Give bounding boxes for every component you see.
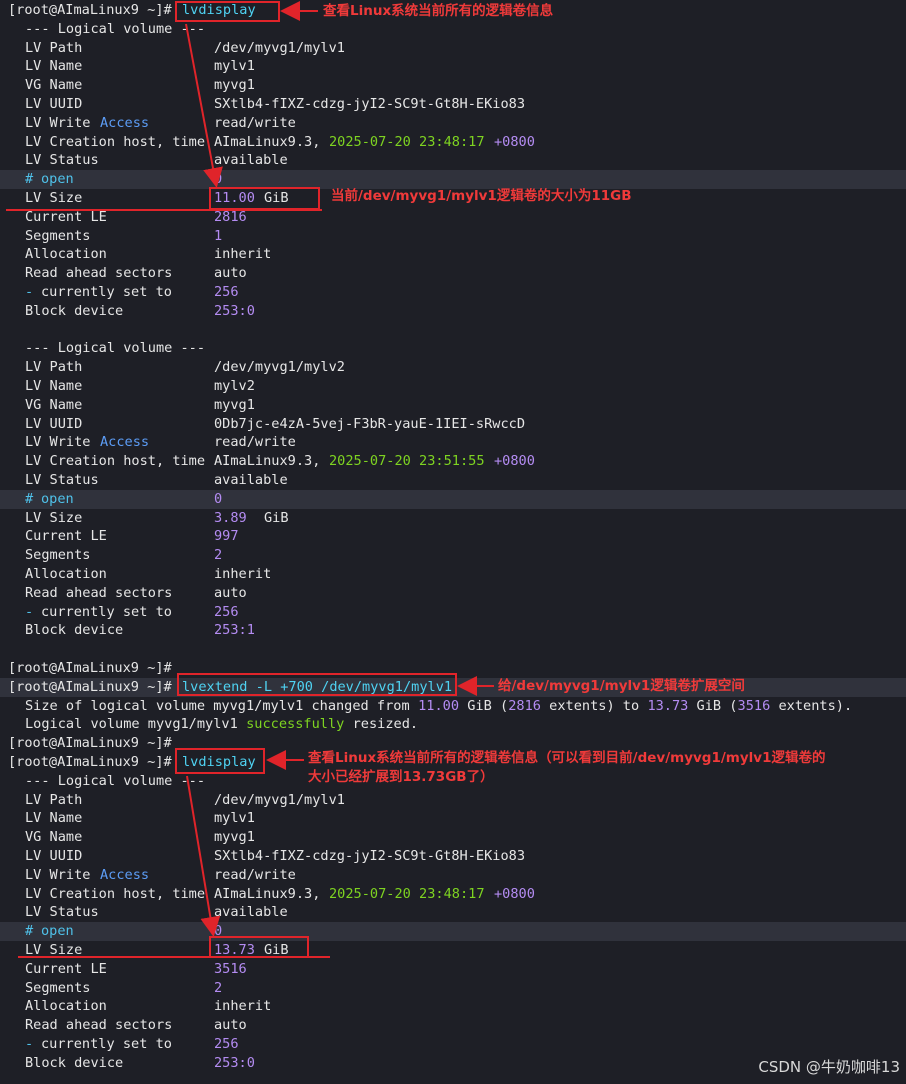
csdn-watermark: CSDN @牛奶咖啡13: [758, 1058, 900, 1076]
arrow-down-to-size-1373: [186, 775, 221, 937]
annotation-current-size: 当前/dev/myvg1/mylv1逻辑卷的大小为11GB: [331, 188, 632, 204]
annotation-view-lvs-after-line1: 查看Linux系统当前所有的逻辑卷信息（可以看到目前/dev/myvg1/myl…: [308, 750, 826, 766]
annotation-extend-space: 给/dev/myvg1/mylv1逻辑卷扩展空间: [498, 678, 745, 694]
arrow-down-to-size-11: [185, 23, 223, 188]
annotation-view-lvs-after-line2: 大小已经扩展到13.73GB了）: [308, 769, 494, 785]
annotation-view-lvs: 查看Linux系统当前所有的逻辑卷信息: [323, 3, 554, 19]
annotation-arrows: [185, 1, 494, 937]
